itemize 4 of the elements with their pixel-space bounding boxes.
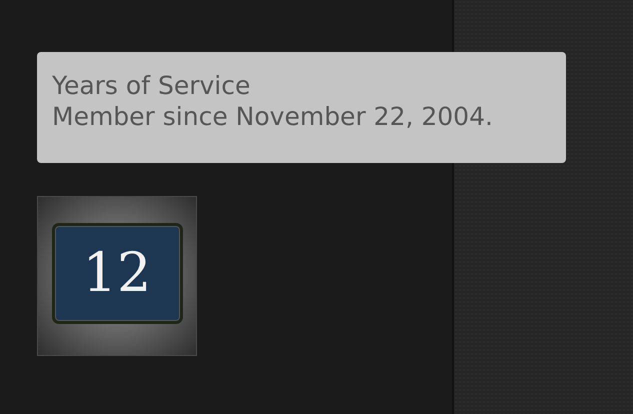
badge-tile[interactable]: 12 bbox=[37, 196, 197, 356]
tooltip-title: Years of Service bbox=[52, 70, 252, 102]
years-plate: 12 bbox=[52, 222, 182, 324]
tooltip-text: Member since November 22, 2004. bbox=[52, 101, 494, 132]
